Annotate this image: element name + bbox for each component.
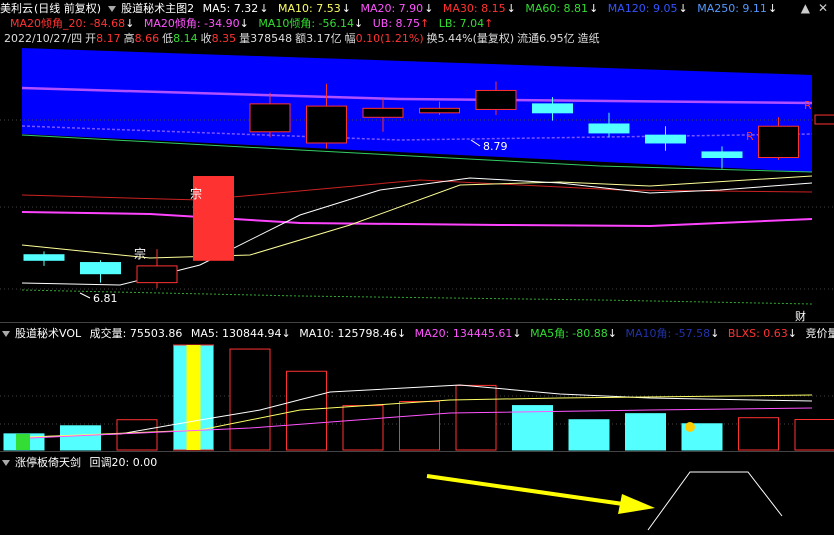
ma10-line — [21, 175, 813, 259]
volume-bar[interactable] — [738, 417, 779, 451]
candle-body[interactable] — [249, 103, 291, 133]
stock-chart-window: { "header": { "app": "美利云", "mode": "(日线… — [0, 0, 834, 535]
ma20-line — [21, 211, 813, 228]
candle-body[interactable] — [814, 114, 834, 125]
candle-body[interactable] — [306, 105, 347, 144]
candle-body[interactable] — [645, 134, 686, 144]
gold-marker — [685, 422, 695, 432]
high-mark-label: 8.79 — [483, 140, 508, 153]
volume-bar-highlight — [186, 345, 201, 450]
vol-auction: 竞价量: — [805, 327, 834, 340]
volume-bar[interactable] — [173, 344, 214, 451]
low-mark-label: 6.81 — [93, 292, 118, 305]
vol-ma5-angle: MA5角: -80.88 — [530, 327, 608, 340]
volume-bar-highlight — [16, 433, 30, 450]
candle-body[interactable] — [701, 151, 743, 159]
candle-body[interactable] — [758, 125, 799, 159]
vol-ma5-line — [29, 384, 813, 438]
vol-value: 成交量: 75503.86 — [89, 327, 183, 340]
arrow-down-icon: ↓ — [607, 327, 617, 340]
vol-ma20: MA20: 134445.61 — [414, 327, 513, 340]
arrow-down-icon: ↓ — [396, 327, 407, 340]
low-mark-line — [79, 292, 91, 299]
vol-ma10: MA10: 125798.46 — [299, 327, 397, 340]
vol-ma5: MA5: 130844.94 — [190, 327, 282, 340]
volume-bar[interactable] — [568, 419, 610, 451]
volume-bar[interactable] — [229, 348, 271, 451]
volume-bar[interactable] — [455, 384, 497, 451]
volume-bar[interactable] — [625, 413, 666, 451]
volume-bar[interactable] — [116, 419, 158, 451]
candle-body[interactable] — [23, 254, 65, 261]
dropdown-icon[interactable] — [2, 459, 10, 466]
panel-divider — [0, 451, 834, 452]
candle-body[interactable] — [475, 89, 517, 110]
candle-body[interactable] — [136, 265, 178, 284]
vol-header: 股道秘术VOL 成交量: 75503.86 MA5: 130844.94↓ MA… — [0, 326, 834, 341]
arrow-down-icon: ↓ — [710, 327, 720, 340]
arrow-down-icon: ↓ — [787, 327, 798, 340]
pullback-value: 回调20: 0.00 — [89, 456, 158, 469]
candle-body[interactable] — [419, 107, 460, 114]
zong-label-1: 宗 — [190, 186, 202, 201]
volume-bar[interactable] — [399, 401, 440, 451]
sword-shape — [647, 471, 783, 531]
volume-bar[interactable] — [342, 405, 384, 451]
lb-line — [21, 289, 813, 305]
vol-indicator-name[interactable]: 股道秘术VOL — [15, 327, 81, 340]
sub-indicator-name[interactable]: 涨停板倚天剑 — [15, 456, 81, 469]
cai-label[interactable]: 财 — [795, 309, 806, 322]
yellow-arrow-shaft — [426, 474, 631, 507]
arrow-down-icon: ↓ — [512, 327, 522, 340]
yellow-arrow-head — [618, 494, 655, 514]
vol-ma20-line — [29, 407, 813, 439]
panel-divider — [0, 322, 834, 323]
r-label-2: R — [746, 130, 754, 143]
vol-grid — [0, 395, 834, 425]
dropdown-icon[interactable] — [2, 330, 10, 337]
sub-header: 涨停板倚天剑 回调20: 0.00 — [0, 455, 162, 470]
volume-bar[interactable] — [512, 405, 553, 451]
vol-ma10-angle: MA10角: -57.58 — [625, 327, 711, 340]
volume-bars — [3, 344, 834, 451]
zong-label-2: 宗 — [134, 246, 146, 261]
volume-bar[interactable] — [681, 423, 723, 451]
r-label-1: R — [804, 99, 812, 112]
candle-body[interactable] — [532, 103, 573, 114]
volume-bar[interactable] — [794, 419, 834, 451]
arrow-down-icon: ↓ — [281, 327, 291, 340]
candle-body[interactable] — [588, 123, 630, 134]
candle-body[interactable] — [362, 107, 404, 118]
vol-ma10-line — [29, 394, 813, 438]
volume-bar[interactable] — [3, 433, 45, 451]
candle-body[interactable] — [80, 262, 121, 275]
volume-bar[interactable] — [286, 370, 327, 451]
volume-bar[interactable] — [60, 425, 101, 451]
main-candle-chart[interactable]: 8.79 6.81 宗 宗 R R 财 — [0, 0, 834, 322]
vol-blxs: BLXS: 0.63 — [727, 327, 788, 340]
cloud-band — [22, 48, 812, 172]
